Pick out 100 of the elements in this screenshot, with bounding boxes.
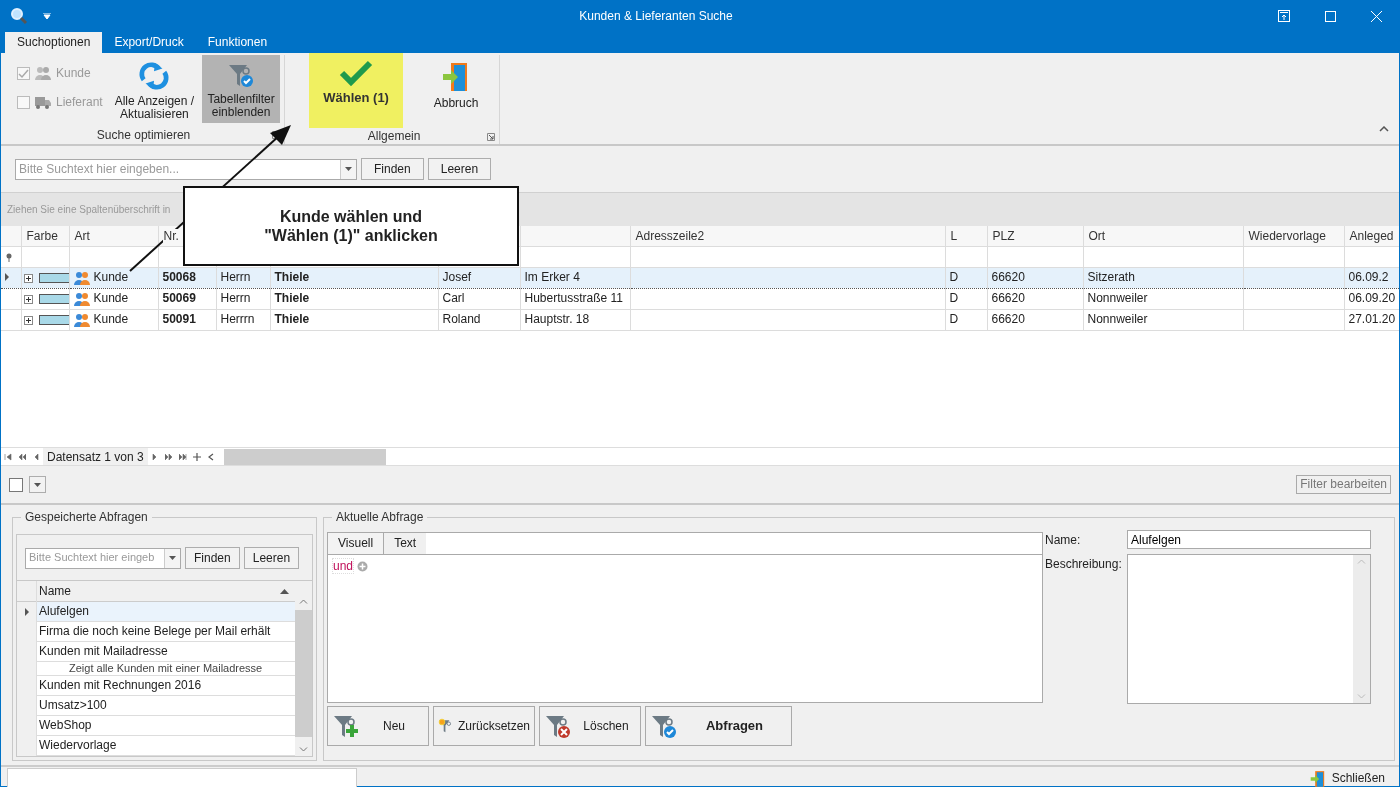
record-counter: Datensatz 1 von 3 — [43, 448, 148, 467]
people-icon — [73, 269, 90, 286]
table-cell: Nonnweiler — [1083, 309, 1243, 330]
group-title: Gespeicherte Abfragen — [21, 510, 152, 525]
edit-filter-button[interactable]: Filter bearbeiten — [1296, 475, 1391, 494]
column-header[interactable]: Anleged — [1348, 228, 1395, 243]
query-button[interactable]: Zurücksetzen — [433, 706, 535, 746]
ribbon-tab[interactable]: Export/Druck — [102, 32, 196, 53]
table-cell: 50091 — [158, 309, 216, 330]
ribbon-tab[interactable]: Suchoptionen — [5, 32, 103, 53]
previous-record-icon — [32, 453, 40, 462]
operator-link[interactable]: und — [332, 557, 355, 575]
last-record-icon — [178, 453, 187, 462]
search-field[interactable]: Bitte Suchtext hier eingeb — [25, 547, 181, 569]
status-field[interactable] — [7, 768, 357, 787]
table-cell: 06.09.20 — [1344, 288, 1399, 309]
check-icon — [18, 67, 29, 79]
table-cell: Herrn — [216, 288, 270, 309]
table-cell: Carl — [438, 288, 520, 309]
table-cell: Kunde — [93, 290, 129, 305]
column-header[interactable]: L — [949, 228, 959, 243]
table-row[interactable]: Kunde 50069 Herrn Thiele Carl Hubertusstraße 11 D 66620 Nonnweiler 06.09.20 — [1, 288, 1399, 309]
table-cell: Kunde — [93, 269, 129, 284]
tab[interactable]: Text — [384, 533, 427, 554]
table-cell: Hubertusstraße 11 — [520, 288, 630, 309]
dropdown-icon[interactable] — [169, 556, 176, 560]
first-record-button[interactable] — [1, 453, 15, 462]
row-indicator-icon — [5, 273, 9, 282]
collapse-icon[interactable] — [1379, 126, 1389, 133]
collapse-icon — [206, 453, 215, 462]
table-cell: 66620 — [987, 288, 1083, 309]
table-cell: Roland — [438, 309, 520, 330]
dropdown-button[interactable] — [29, 476, 46, 493]
add-record-icon — [192, 453, 201, 462]
dropdown-icon[interactable] — [345, 167, 352, 171]
ribbon-button[interactable]: Abbruch — [417, 55, 496, 123]
ribbon-button[interactable]: Alle Anzeigen / Aktualisieren — [110, 55, 199, 123]
search-button[interactable]: Leeren — [427, 158, 492, 180]
people-icon — [73, 311, 90, 328]
column-header[interactable]: Adresszeile2 — [634, 228, 706, 243]
next-page-icon — [164, 453, 173, 462]
ribbon-button[interactable]: Wählen (1) — [309, 53, 404, 128]
group-label: Allgemein — [367, 128, 421, 144]
column-header[interactable]: Farbe — [25, 228, 59, 243]
dialog-launcher-icon[interactable] — [487, 133, 496, 141]
table-cell: D — [945, 288, 987, 309]
search-button[interactable]: Finden — [185, 547, 240, 569]
truck-icon — [35, 95, 51, 110]
refresh-icon — [137, 61, 172, 91]
ribbon-tab[interactable]: Funktionen — [195, 32, 280, 53]
caret-icon[interactable] — [43, 13, 51, 19]
first-record-icon — [4, 453, 12, 462]
column-header-label: Name — [39, 583, 71, 599]
table-cell: D — [945, 309, 987, 330]
tab[interactable]: Visuell — [328, 533, 385, 554]
callout: Kunde wählen und "Wählen (1)" anklicken — [183, 186, 519, 266]
sort-ascending-icon — [280, 588, 289, 594]
table-cell: Thiele — [270, 288, 438, 309]
table-cell: 50069 — [158, 288, 216, 309]
previous-page-icon — [18, 453, 26, 462]
column-header[interactable]: Name — [37, 581, 295, 602]
column-header[interactable]: PLZ — [991, 228, 1016, 243]
list-item[interactable]: Alufelgen — [37, 602, 295, 622]
window-title: Kunden & Lieferanten Suche — [578, 8, 734, 24]
caret-icon — [34, 482, 41, 487]
query-button[interactable]: Löschen — [539, 706, 641, 746]
door-icon — [1308, 769, 1327, 787]
close-button[interactable]: Schließen — [1300, 769, 1393, 787]
query-button[interactable]: Abfragen — [645, 706, 792, 746]
group-title: Aktuelle Abfrage — [332, 510, 428, 525]
table-cell: Kunde — [93, 311, 129, 326]
checkbox[interactable] — [9, 477, 23, 492]
checkbox-label: Lieferant — [56, 95, 103, 110]
filter-row-icon — [5, 252, 13, 262]
expand-icon[interactable] — [23, 273, 33, 283]
expand-icon[interactable] — [23, 294, 33, 304]
name-field[interactable]: Alufelgen — [1127, 530, 1371, 549]
search-icon — [9, 6, 29, 26]
people-icon — [73, 290, 90, 307]
people-icon — [35, 65, 51, 81]
ribbon-button[interactable]: Tabellenfilter einblenden — [202, 55, 281, 123]
column-header[interactable]: Wiedervorlage — [1247, 228, 1327, 243]
column-header[interactable]: Art — [73, 228, 91, 243]
field-label: Name: — [1045, 532, 1082, 549]
table-row[interactable]: Kunde 50068 Herrn Thiele Josef Im Erker 4 D 66620 Sitzerath 06.09.2 — [1, 267, 1399, 288]
field-label: Beschreibung: — [1045, 556, 1123, 573]
row-indicator-icon — [24, 608, 29, 616]
scrollbar-thumb[interactable] — [295, 610, 312, 737]
checkbox-label: Kunde — [56, 65, 91, 81]
search-button[interactable]: Leeren — [243, 547, 300, 569]
table-cell: 27.01.20 — [1344, 309, 1399, 330]
scrollbar-thumb[interactable] — [223, 449, 386, 466]
query-button[interactable]: Neu — [327, 706, 429, 746]
expand-icon[interactable] — [23, 315, 33, 325]
table-row[interactable]: Kunde 50091 Herrrn Thiele Roland Hauptstr. 18 D 66620 Nonnweiler 27.01.20 — [1, 309, 1399, 330]
column-header[interactable]: Ort — [1087, 228, 1107, 243]
search-button[interactable]: Finden — [361, 158, 424, 180]
column-header[interactable]: Nr. — [162, 228, 180, 243]
table-cell: Thiele — [270, 309, 438, 330]
table-cell: Hauptstr. 18 — [520, 309, 630, 330]
